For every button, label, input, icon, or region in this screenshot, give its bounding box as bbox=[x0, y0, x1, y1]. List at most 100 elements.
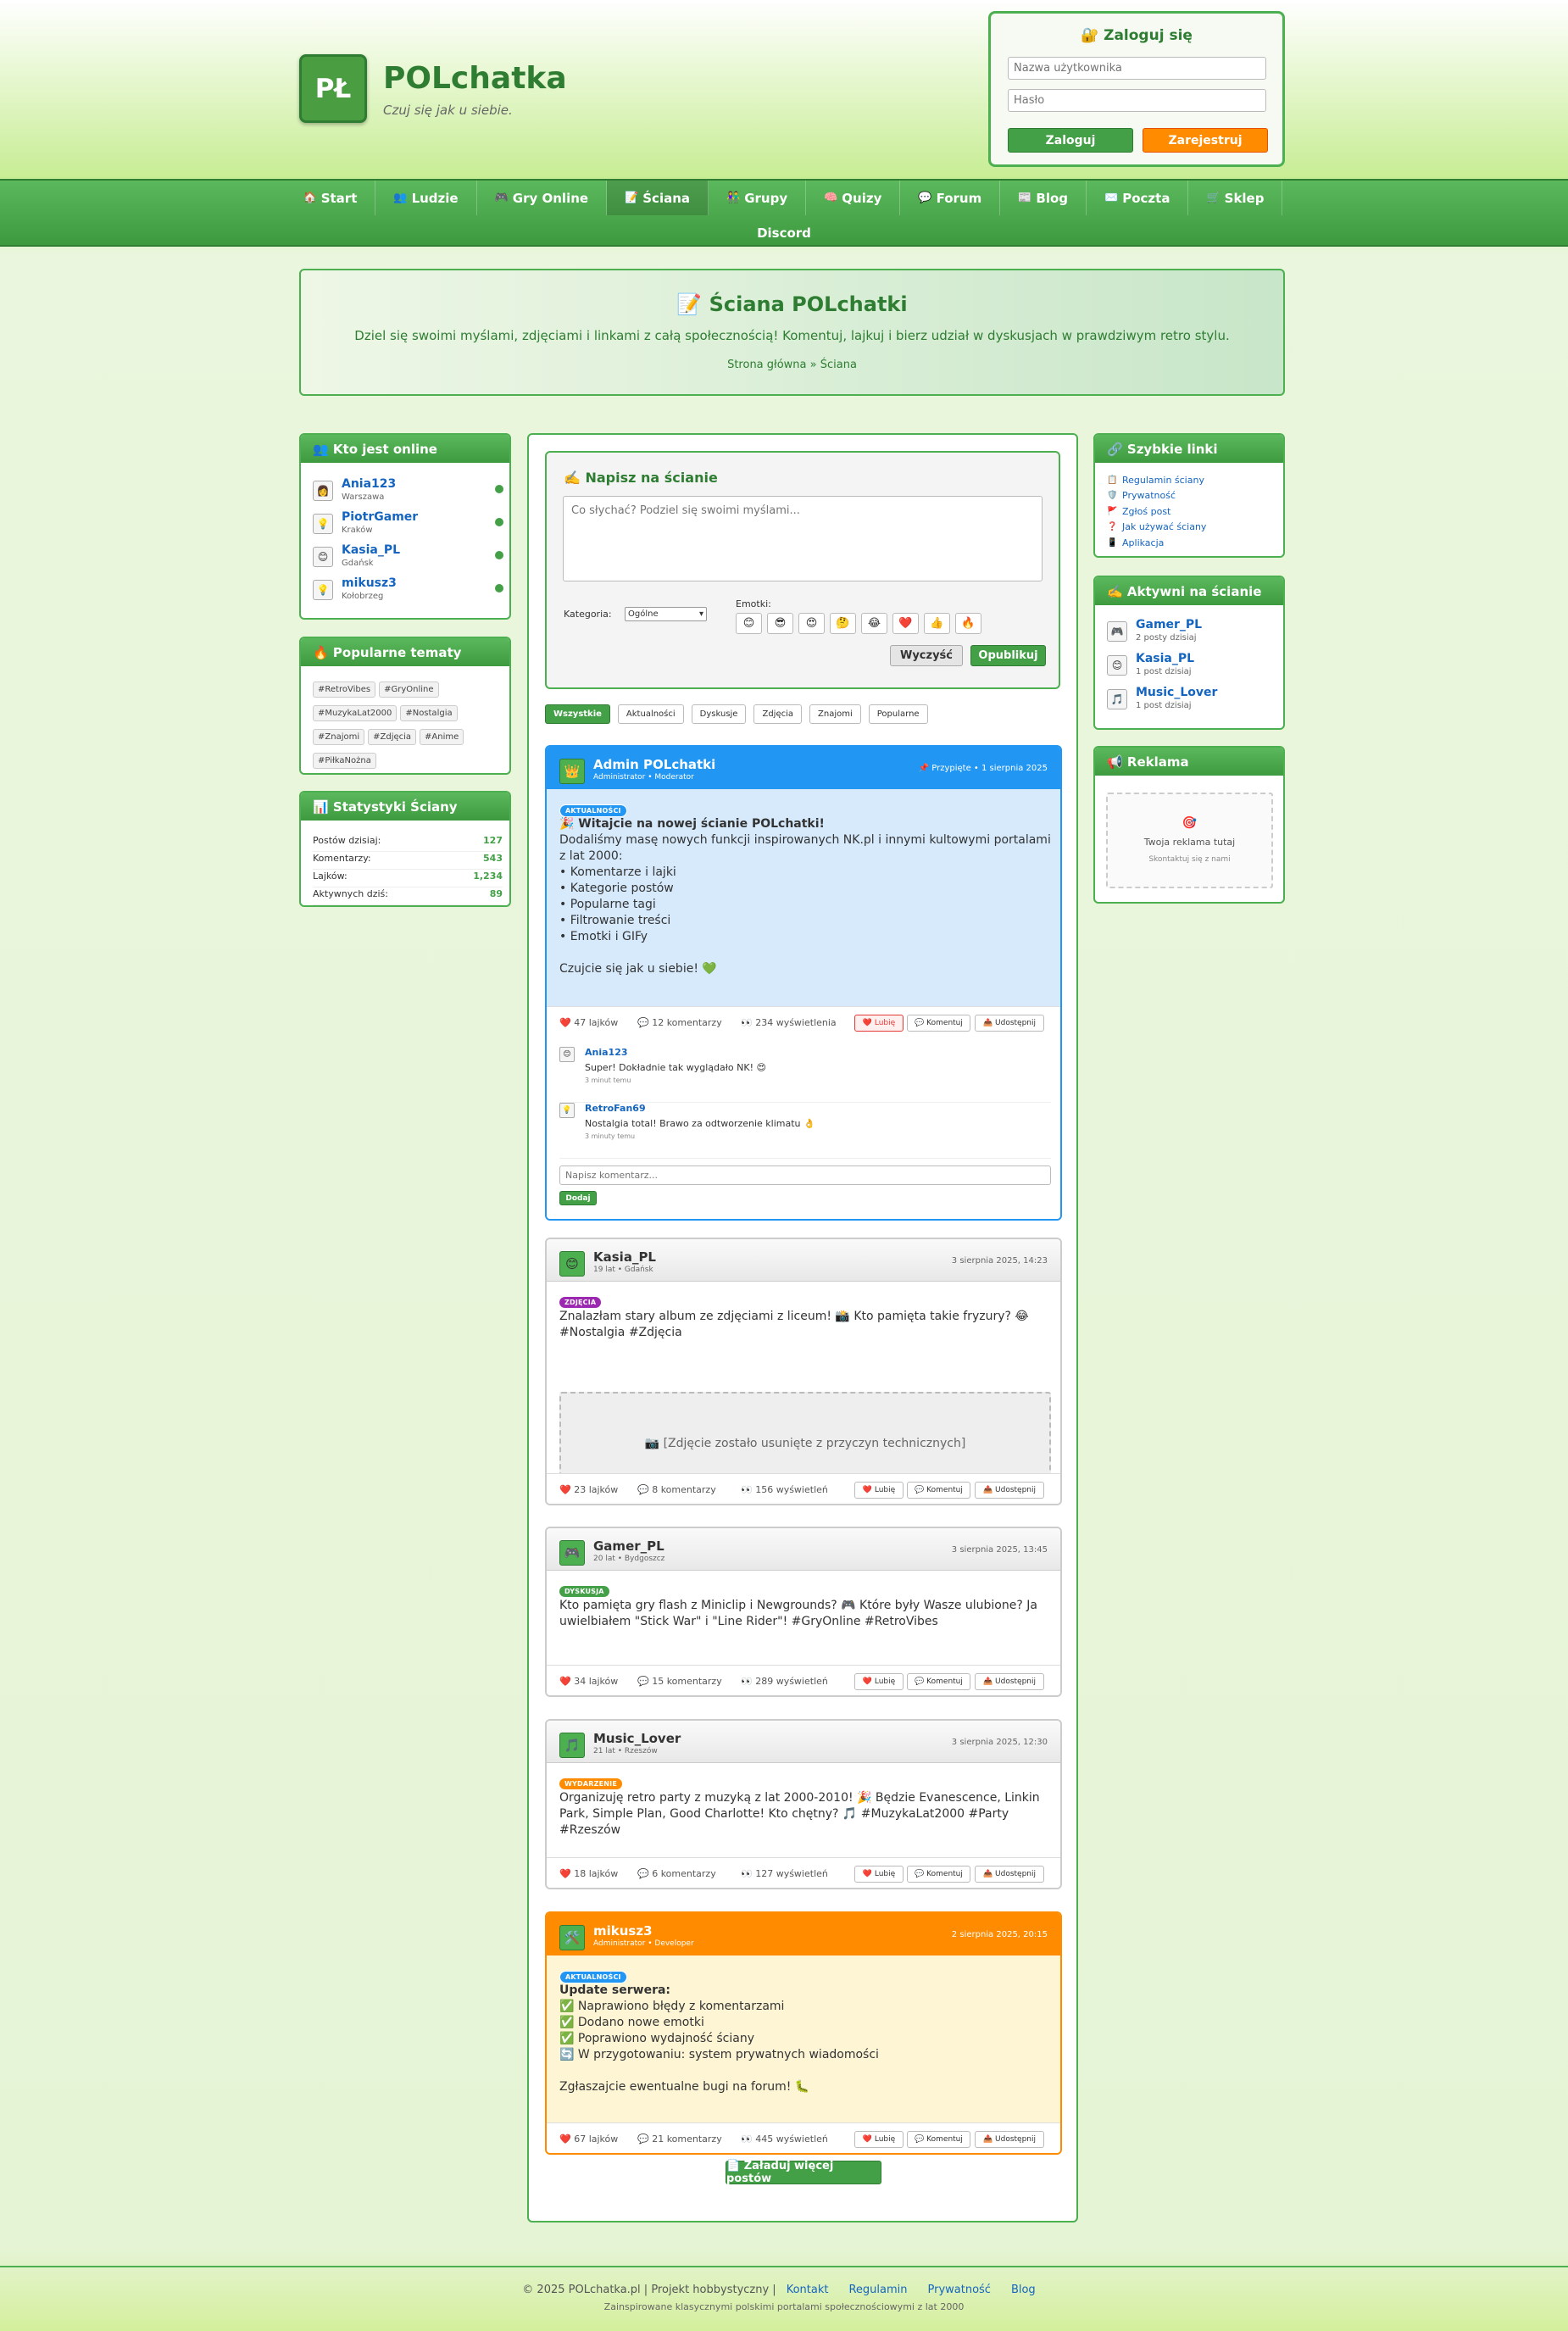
like-button[interactable]: ❤️ Lubię bbox=[854, 1673, 904, 1690]
nav-item-start[interactable]: 🏠 Start bbox=[286, 181, 376, 215]
nav-item-forum[interactable]: 💬 Forum bbox=[900, 181, 1001, 215]
nav-item-grupy[interactable]: 👫 Grupy bbox=[709, 181, 807, 215]
share-button[interactable]: 📤 Udostępnij bbox=[975, 1866, 1044, 1883]
filter-popularne[interactable]: Popularne bbox=[868, 704, 928, 724]
password-input[interactable] bbox=[1008, 89, 1266, 112]
active-user[interactable]: 🎵 Music_Lover 1 post dzisiaj bbox=[1107, 686, 1276, 718]
filter-dyskusje[interactable]: Dyskusje bbox=[691, 704, 747, 724]
username-input[interactable] bbox=[1008, 57, 1266, 80]
like-button[interactable]: ❤️ Lubię bbox=[854, 2131, 904, 2148]
comment-input[interactable] bbox=[559, 1166, 1051, 1185]
share-button[interactable]: 📤 Udostępnij bbox=[975, 1015, 1044, 1032]
topic-tag[interactable]: #MuzykaLat2000 bbox=[313, 705, 398, 721]
filter-zdjęcia[interactable]: Zdjęcia bbox=[753, 704, 803, 724]
topic-tag[interactable]: #Anime bbox=[420, 729, 464, 745]
comment-button[interactable]: 💬 Komentuj bbox=[907, 1482, 970, 1499]
link-label[interactable]: Aplikacja bbox=[1122, 537, 1164, 548]
nav-item-ściana[interactable]: 📝 Ściana bbox=[607, 181, 709, 215]
comment-button[interactable]: 💬 Komentuj bbox=[907, 1015, 970, 1032]
comment-button[interactable]: 💬 Komentuj bbox=[907, 2131, 970, 2148]
online-user[interactable]: 👩 Ania123 Warszawa bbox=[313, 477, 503, 509]
share-button[interactable]: 📤 Udostępnij bbox=[975, 1482, 1044, 1499]
quick-link[interactable]: 📱 Aplikacja bbox=[1107, 535, 1164, 550]
topic-tag[interactable]: #Nostalgia bbox=[400, 705, 458, 721]
breadcrumb[interactable]: Strona główna » Ściana bbox=[301, 359, 1283, 371]
ad-placeholder[interactable]: 🎯 Twoja reklama tutaj Skontaktuj się z n… bbox=[1106, 793, 1273, 888]
filter-znajomi[interactable]: Znajomi bbox=[809, 704, 861, 724]
nav-label: Quizy bbox=[842, 190, 882, 206]
topic-tag[interactable]: #RetroVibes bbox=[313, 681, 376, 698]
online-user-name[interactable]: Ania123 bbox=[342, 477, 396, 491]
comment-button[interactable]: 💬 Komentuj bbox=[907, 1673, 970, 1690]
comment-text: Super! Dokładnie tak wyglądało NK! 😍 bbox=[585, 1062, 766, 1073]
share-button[interactable]: 📤 Udostępnij bbox=[975, 2131, 1044, 2148]
add-comment-button[interactable]: Dodaj bbox=[559, 1191, 597, 1205]
emote-button[interactable]: 😎 bbox=[767, 613, 793, 634]
comment-author[interactable]: Ania123 bbox=[585, 1047, 628, 1058]
nav-item-poczta[interactable]: ✉️ Poczta bbox=[1087, 181, 1189, 215]
footer-link-kontakt[interactable]: Kontakt bbox=[787, 2284, 829, 2296]
quick-link[interactable]: 🚩 Zgłoś post bbox=[1107, 503, 1170, 519]
post-author[interactable]: Music_Lover bbox=[593, 1731, 681, 1746]
quick-link[interactable]: 📋 Regulamin ściany bbox=[1107, 472, 1204, 487]
online-user[interactable]: 😊 Kasia_PL Gdańsk bbox=[313, 543, 503, 576]
emote-button[interactable]: ❤️ bbox=[892, 613, 919, 634]
online-user-name[interactable]: Kasia_PL bbox=[342, 543, 400, 557]
like-button[interactable]: ❤️ Lubię bbox=[854, 1482, 904, 1499]
comment-author[interactable]: RetroFan69 bbox=[585, 1103, 646, 1114]
emote-button[interactable]: 👍 bbox=[924, 613, 950, 634]
link-label[interactable]: Zgłoś post bbox=[1122, 506, 1170, 517]
category-select[interactable]: Ogólne ▾ bbox=[625, 607, 707, 621]
active-user-name[interactable]: Kasia_PL bbox=[1136, 652, 1194, 665]
post-author[interactable]: mikusz3 bbox=[593, 1923, 653, 1939]
online-user-name[interactable]: PiotrGamer bbox=[342, 510, 418, 524]
topic-tag[interactable]: #Znajomi bbox=[313, 729, 365, 745]
nav-item-quizy[interactable]: 🧠 Quizy bbox=[806, 181, 901, 215]
topic-tag[interactable]: #PiłkaNożna bbox=[313, 753, 376, 769]
like-button[interactable]: ❤️ Lubię bbox=[854, 1015, 904, 1032]
emote-button[interactable]: 😍 bbox=[798, 613, 825, 634]
nav-item-gry-online[interactable]: 🎮 Gry Online bbox=[477, 181, 608, 215]
footer-link-blog[interactable]: Blog bbox=[1011, 2284, 1036, 2296]
active-user[interactable]: 🎮 Gamer_PL 2 posty dzisiaj bbox=[1107, 618, 1276, 650]
topic-tag[interactable]: #Zdjęcia bbox=[368, 729, 417, 745]
publish-button[interactable]: Opublikuj bbox=[970, 645, 1046, 666]
online-user[interactable]: 💡 PiotrGamer Kraków bbox=[313, 510, 503, 542]
online-user-name[interactable]: mikusz3 bbox=[342, 576, 397, 590]
nav-item-ludzie[interactable]: 👥 Ludzie bbox=[375, 181, 477, 215]
post-author[interactable]: Admin POLchatki bbox=[593, 757, 715, 772]
filter-aktualności[interactable]: Aktualności bbox=[617, 704, 684, 724]
login-button[interactable]: Zaloguj bbox=[1008, 128, 1133, 153]
clear-button[interactable]: Wyczyść bbox=[890, 645, 963, 666]
online-user[interactable]: 💡 mikusz3 Kołobrzeg bbox=[313, 576, 503, 609]
register-button[interactable]: Zarejestruj bbox=[1143, 128, 1268, 153]
post-author[interactable]: Gamer_PL bbox=[593, 1538, 664, 1554]
post-author[interactable]: Kasia_PL bbox=[593, 1249, 656, 1265]
nav-item-blog[interactable]: 📰 Blog bbox=[1000, 181, 1087, 215]
emote-button[interactable]: 😊 bbox=[736, 613, 762, 634]
share-button[interactable]: 📤 Udostępnij bbox=[975, 1673, 1044, 1690]
filter-wszystkie[interactable]: Wszystkie bbox=[545, 704, 610, 724]
footer-link-regulamin[interactable]: Regulamin bbox=[848, 2284, 907, 2296]
active-user[interactable]: 😊 Kasia_PL 1 post dzisiaj bbox=[1107, 652, 1276, 684]
nav-item-discord[interactable]: Discord bbox=[739, 215, 829, 250]
footer-link-prywatność[interactable]: Prywatność bbox=[927, 2284, 990, 2296]
logo[interactable]: PŁ bbox=[299, 54, 367, 123]
link-label[interactable]: Jak używać ściany bbox=[1122, 521, 1206, 532]
site-title[interactable]: POLchatka bbox=[383, 61, 567, 96]
load-more-button[interactable]: 📄 Załaduj więcej postów bbox=[726, 2160, 881, 2185]
like-button[interactable]: ❤️ Lubię bbox=[854, 1866, 904, 1883]
quick-link[interactable]: 🛡️ Prywatność bbox=[1107, 488, 1176, 503]
post-textarea[interactable] bbox=[563, 496, 1043, 581]
emote-button[interactable]: 😂 bbox=[861, 613, 887, 634]
link-label[interactable]: Prywatność bbox=[1122, 490, 1176, 501]
comment-button[interactable]: 💬 Komentuj bbox=[907, 1866, 970, 1883]
quick-link[interactable]: ❓ Jak używać ściany bbox=[1107, 520, 1206, 535]
active-user-name[interactable]: Gamer_PL bbox=[1136, 618, 1202, 631]
link-label[interactable]: Regulamin ściany bbox=[1122, 475, 1204, 486]
emote-button[interactable]: 🔥 bbox=[955, 613, 981, 634]
topic-tag[interactable]: #GryOnline bbox=[379, 681, 439, 698]
active-user-name[interactable]: Music_Lover bbox=[1136, 686, 1217, 699]
emote-button[interactable]: 🤔 bbox=[830, 613, 856, 634]
nav-item-sklep[interactable]: 🛒 Sklep bbox=[1188, 181, 1283, 215]
